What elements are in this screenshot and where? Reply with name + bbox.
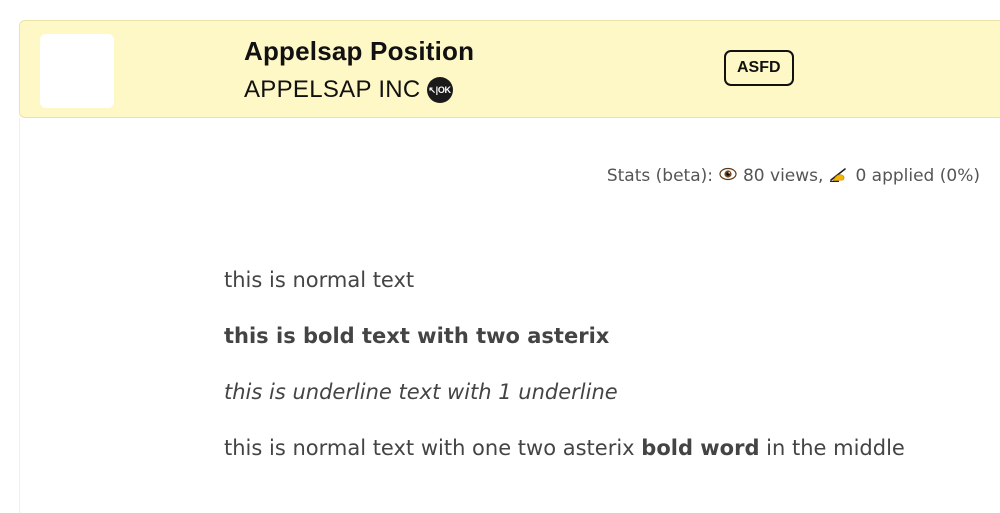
company-name[interactable]: APPELSAP INC — [244, 76, 421, 104]
stats-prefix: Stats (beta): — [606, 166, 713, 186]
eye-icon — [719, 167, 737, 185]
line4-after: in the middle — [759, 436, 905, 460]
line4-bold-word: bold word — [641, 436, 760, 460]
stats-applied: 0 applied (0%) — [855, 166, 980, 186]
job-page: Appelsap Position APPELSAP INC ↖|OK ASFD… — [0, 0, 1000, 513]
stats-line: Stats (beta): 80 views, 0 applied (0%) — [607, 166, 980, 186]
description-line-normal: this is normal text — [224, 268, 415, 292]
company-logo[interactable] — [40, 34, 114, 108]
stats-views: 80 views, — [742, 166, 824, 186]
description-line-italic: this is underline text with 1 underline — [224, 380, 618, 404]
description-line-mixed: this is normal text with one two asterix… — [224, 436, 905, 460]
job-header: Appelsap Position APPELSAP INC ↖|OK ASFD — [19, 20, 1000, 118]
job-title[interactable]: Appelsap Position — [244, 36, 474, 67]
line4-before: this is normal text with one two asterix — [224, 436, 642, 460]
verified-badge-icon: ↖|OK — [426, 77, 453, 103]
tag-badge[interactable]: ASFD — [724, 50, 794, 86]
company-row: APPELSAP INC ↖|OK — [244, 76, 453, 104]
description-line-bold: this is bold text with two asterix — [224, 324, 610, 348]
writing-hand-icon — [829, 166, 849, 186]
